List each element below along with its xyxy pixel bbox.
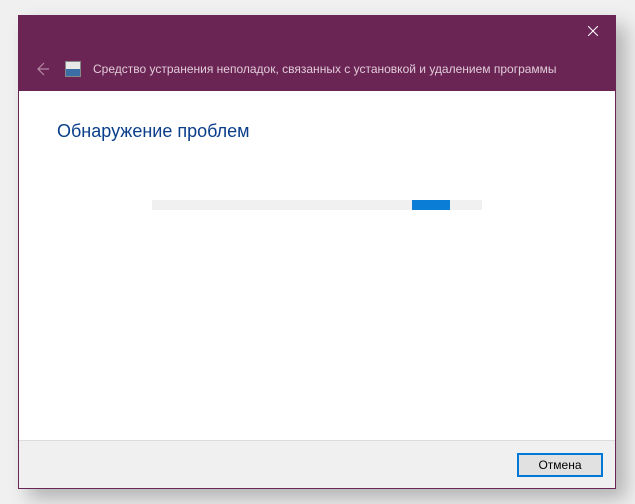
back-button[interactable] [31, 58, 53, 80]
header-bar: Средство устранения неполадок, связанных… [19, 46, 615, 91]
troubleshooter-window: Средство устранения неполадок, связанных… [18, 15, 616, 489]
close-icon [588, 26, 598, 36]
titlebar [19, 16, 615, 46]
footer-bar: Отмена [19, 440, 615, 488]
close-button[interactable] [570, 16, 615, 46]
progress-indicator [412, 200, 450, 210]
back-arrow-icon [33, 60, 51, 78]
window-title: Средство устранения неполадок, связанных… [93, 62, 557, 76]
page-heading: Обнаружение проблем [57, 121, 577, 142]
troubleshooter-icon [65, 61, 81, 77]
progress-bar [152, 200, 482, 210]
cancel-button[interactable]: Отмена [517, 453, 603, 477]
content-area: Обнаружение проблем [19, 91, 615, 440]
